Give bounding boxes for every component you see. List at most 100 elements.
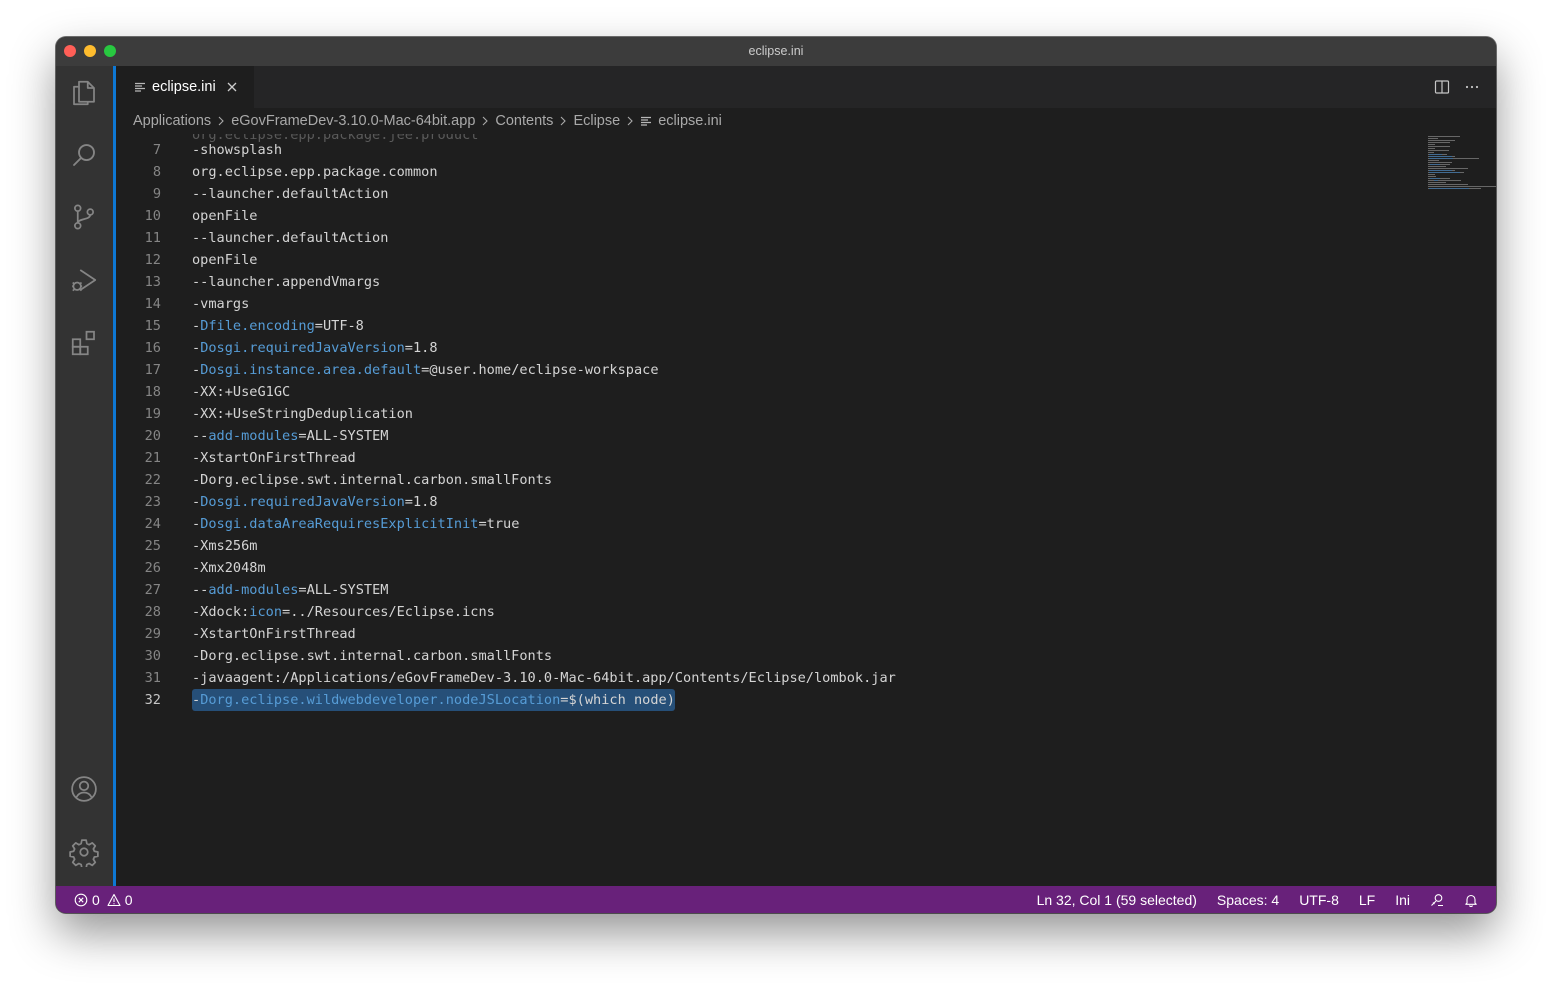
line-number: 27	[144, 582, 161, 598]
line-number: 14	[144, 296, 161, 312]
minimap-mark	[1428, 138, 1438, 139]
code-key: Dfile.encoding	[200, 318, 315, 334]
cursor-position[interactable]: Ln 32, Col 1 (59 selected)	[1037, 892, 1197, 908]
code-segment: --launcher.defaultAction	[192, 186, 389, 202]
code-segment: --	[192, 582, 209, 598]
source-control-icon[interactable]	[68, 201, 100, 233]
line-number: 16	[144, 340, 161, 356]
chevron-right-icon	[627, 116, 633, 126]
minimap-mark	[1429, 188, 1469, 189]
minimap-mark	[1428, 150, 1449, 151]
file-encoding[interactable]: UTF-8	[1299, 892, 1339, 908]
code-segment: =@user.home/eclipse-workspace	[421, 362, 659, 378]
code-text: -Xmx2048m	[192, 557, 266, 579]
code-segment: -	[192, 362, 201, 378]
settings-gear-icon[interactable]	[68, 836, 100, 868]
line-number: 15	[144, 318, 161, 334]
code-line[interactable]: 19 -XX:+UseStringDeduplication	[116, 403, 1416, 425]
file-lines-icon	[641, 116, 652, 126]
minimap-mark	[1428, 142, 1450, 143]
code-line[interactable]: 27 --add-modules=ALL-SYSTEM	[116, 579, 1416, 601]
code-line[interactable]: 23 -Dosgi.requiredJavaVersion=1.8	[116, 491, 1416, 513]
line-number: 21	[144, 450, 161, 466]
code-text: -XX:+UseG1GC	[192, 381, 290, 403]
line-number: 8	[152, 164, 161, 180]
code-line[interactable]: 32 -Dorg.eclipse.wildwebdeveloper.nodeJSL…	[116, 689, 1416, 711]
breadcrumb-item-eclipse[interactable]: Eclipse	[573, 113, 620, 129]
code-line[interactable]: 11 --launcher.defaultAction	[116, 227, 1416, 249]
minimap-mark	[1437, 180, 1462, 181]
end-of-line[interactable]: LF	[1359, 892, 1375, 908]
code-segment: -	[192, 340, 201, 356]
minimap-mark	[1428, 140, 1455, 141]
code-segment: -	[192, 516, 201, 532]
breadcrumb: Applications eGovFrameDev-3.10.0-Mac-64b…	[116, 108, 1496, 134]
code-segment: =1.8	[404, 494, 438, 510]
code-line[interactable]: 25 -Xms256m	[116, 535, 1416, 557]
problems-indicator[interactable]: 0 0	[74, 892, 133, 908]
code-line[interactable]: 10 openFile	[116, 205, 1416, 227]
code-line[interactable]: 21 -XstartOnFirstThread	[116, 447, 1416, 469]
tab-label: eclipse.ini	[152, 79, 216, 95]
code-segment: -XX:+UseG1GC	[192, 384, 291, 400]
code-line[interactable]: 28 -Xdock:icon=../Resources/Eclipse.icns	[116, 601, 1416, 623]
close-icon[interactable]	[226, 81, 238, 93]
code-line[interactable]: 31 -javaagent:/Applications/eGovFrameDev-…	[116, 667, 1416, 689]
code-key: Dosgi.dataAreaRequiresExplicitInit	[200, 516, 479, 532]
code-line[interactable]: 26 -Xmx2048m	[116, 557, 1416, 579]
line-number: 31	[144, 670, 161, 686]
code-segment: -XX:+UseStringDeduplication	[192, 406, 413, 422]
code-text: -Dorg.eclipse.swt.internal.carbon.smallF…	[192, 645, 552, 667]
split-editor-icon[interactable]	[1434, 79, 1450, 95]
code-text: --launcher.defaultAction	[192, 227, 388, 249]
minimap-mark	[1429, 170, 1452, 171]
minimap-mark	[1429, 164, 1440, 165]
minimap-mark	[1429, 158, 1454, 159]
code-line[interactable]: 9 --launcher.defaultAction	[116, 183, 1416, 205]
minimap[interactable]	[1426, 134, 1496, 199]
code-segment: =ALL-SYSTEM	[298, 428, 389, 444]
line-number: 26	[144, 560, 161, 576]
editor-actions	[1434, 79, 1480, 95]
code-text: -javaagent:/Applications/eGovFrameDev-3.…	[192, 667, 896, 689]
code-text: -Dosgi.instance.area.default=@user.home/…	[192, 359, 659, 381]
notifications-button[interactable]	[1464, 893, 1478, 907]
code-line[interactable]: 14 -vmargs	[116, 293, 1416, 315]
code-line[interactable]: 15 -Dfile.encoding=UTF-8	[116, 315, 1416, 337]
minimap-mark	[1429, 178, 1440, 179]
code-line[interactable]: 20 --add-modules=ALL-SYSTEM	[116, 425, 1416, 447]
breadcrumb-item-contents[interactable]: Contents	[495, 113, 553, 129]
code-key: Dosgi.requiredJavaVersion	[200, 340, 405, 356]
more-actions-icon[interactable]	[1464, 79, 1480, 95]
indentation-setting[interactable]: Spaces: 4	[1217, 892, 1279, 908]
minimap-mark	[1428, 152, 1435, 153]
code-segment: -showsplash	[192, 142, 283, 158]
account-icon[interactable]	[68, 773, 100, 805]
code-editor[interactable]: org.eclipse.epp.package.jee.product 7 -sh…	[116, 134, 1496, 886]
file-lines-icon	[135, 82, 145, 92]
code-line[interactable]: 12 openFile	[116, 249, 1416, 271]
code-line[interactable]: 13 --launcher.appendVmargs	[116, 271, 1416, 293]
breadcrumb-item-applications[interactable]: Applications	[133, 113, 211, 129]
code-line[interactable]: 8 org.eclipse.epp.package.common	[116, 161, 1416, 183]
language-mode[interactable]: Ini	[1395, 892, 1410, 908]
code-line[interactable]: 18 -XX:+UseG1GC	[116, 381, 1416, 403]
extensions-icon[interactable]	[68, 327, 100, 359]
code-line[interactable]: 29 -XstartOnFirstThread	[116, 623, 1416, 645]
code-line[interactable]: 7 -showsplash	[116, 139, 1416, 161]
run-debug-icon[interactable]	[68, 264, 100, 296]
code-line[interactable]: 24 -Dosgi.dataAreaRequiresExplicitInit=tr…	[116, 513, 1416, 535]
code-segment: -Dorg.eclipse.swt.internal.carbon.smallF…	[192, 648, 553, 664]
breadcrumb-item-app[interactable]: eGovFrameDev-3.10.0-Mac-64bit.app	[231, 113, 475, 129]
search-icon[interactable]	[68, 139, 100, 171]
code-segment: -XstartOnFirstThread	[192, 626, 356, 642]
feedback-button[interactable]	[1430, 893, 1444, 907]
code-line[interactable]: 30 -Dorg.eclipse.swt.internal.carbon.smal…	[116, 645, 1416, 667]
code-line[interactable]: 22 -Dorg.eclipse.swt.internal.carbon.smal…	[116, 469, 1416, 491]
tab-eclipse-ini[interactable]: eclipse.ini	[116, 66, 254, 108]
files-icon[interactable]	[68, 77, 100, 109]
breadcrumb-item-file[interactable]: eclipse.ini	[658, 113, 722, 129]
code-line[interactable]: 16 -Dosgi.requiredJavaVersion=1.8	[116, 337, 1416, 359]
code-text: -Dosgi.requiredJavaVersion=1.8	[192, 491, 438, 513]
code-line[interactable]: 17 -Dosgi.instance.area.default=@user.hom…	[116, 359, 1416, 381]
